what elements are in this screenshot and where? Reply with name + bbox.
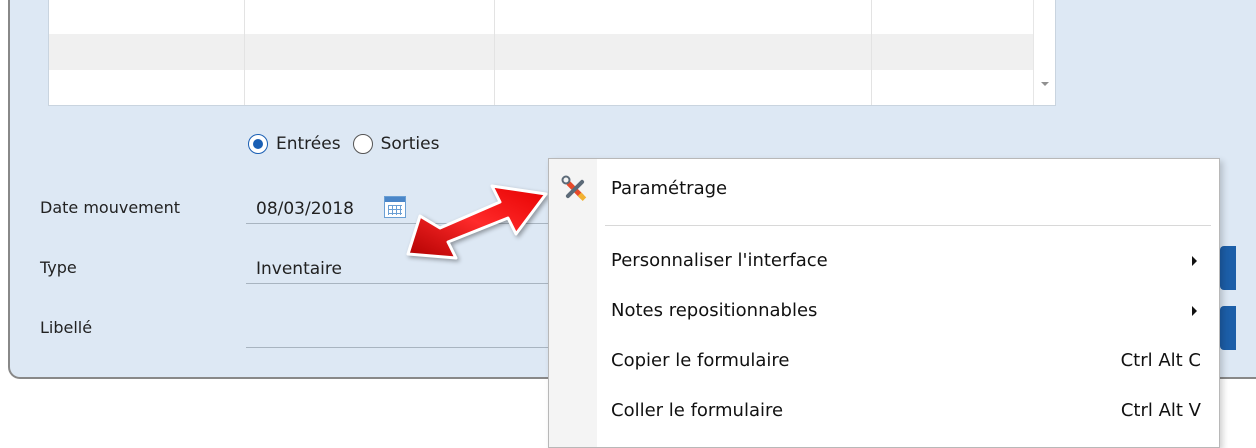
submenu-arrow-icon <box>1192 306 1197 316</box>
menu-item-label: Paramétrage <box>611 178 728 199</box>
submenu-arrow-icon <box>1192 256 1197 266</box>
side-button[interactable] <box>1220 306 1236 350</box>
menu-item-label: Personnaliser l'interface <box>611 250 828 271</box>
pointer-arrow-icon <box>406 184 548 260</box>
radio-label: Entrées <box>276 134 341 154</box>
menu-item-coller[interactable]: Coller le formulaire Ctrl Alt V <box>549 391 1219 431</box>
menu-item-shortcut: Ctrl Alt C <box>1120 350 1201 371</box>
table-row[interactable] <box>49 70 1034 105</box>
radio-sorties[interactable]: Sorties <box>352 134 440 154</box>
radio-entrees[interactable]: Entrées <box>248 134 341 154</box>
radio-checked-icon[interactable] <box>248 134 268 154</box>
side-button[interactable] <box>1220 246 1236 290</box>
date-label: Date mouvement <box>40 198 180 217</box>
grid-column-divider <box>494 0 495 105</box>
type-label: Type <box>40 258 77 277</box>
table-row[interactable] <box>49 0 1034 34</box>
libelle-field[interactable] <box>246 318 576 348</box>
context-menu: Paramétrage Personnaliser l'interface No… <box>548 158 1220 448</box>
menu-item-shortcut: Ctrl Alt V <box>1120 400 1201 421</box>
menu-item-label: Notes repositionnables <box>611 300 818 321</box>
menu-item-copier[interactable]: Copier le formulaire Ctrl Alt C <box>549 341 1219 381</box>
radio-label: Sorties <box>380 134 440 154</box>
grid-column-divider <box>244 0 245 105</box>
radio-unchecked-icon[interactable] <box>352 134 373 154</box>
menu-item-label: Copier le formulaire <box>611 350 790 371</box>
scroll-down-icon[interactable] <box>1041 82 1049 86</box>
menu-item-personnaliser[interactable]: Personnaliser l'interface <box>549 241 1219 281</box>
data-grid[interactable] <box>48 0 1056 106</box>
menu-item-notes[interactable]: Notes repositionnables <box>549 291 1219 331</box>
table-row[interactable] <box>49 34 1034 70</box>
grid-scrollbar[interactable] <box>1033 0 1055 105</box>
tools-icon <box>561 175 587 201</box>
menu-separator <box>605 225 1211 226</box>
menu-item-label: Coller le formulaire <box>611 400 784 421</box>
libelle-label: Libellé <box>40 318 93 337</box>
grid-column-divider <box>871 0 872 105</box>
movement-direction-radio-group: Entrées Sorties <box>248 131 451 157</box>
menu-item-parametrage[interactable]: Paramétrage <box>549 169 1219 209</box>
